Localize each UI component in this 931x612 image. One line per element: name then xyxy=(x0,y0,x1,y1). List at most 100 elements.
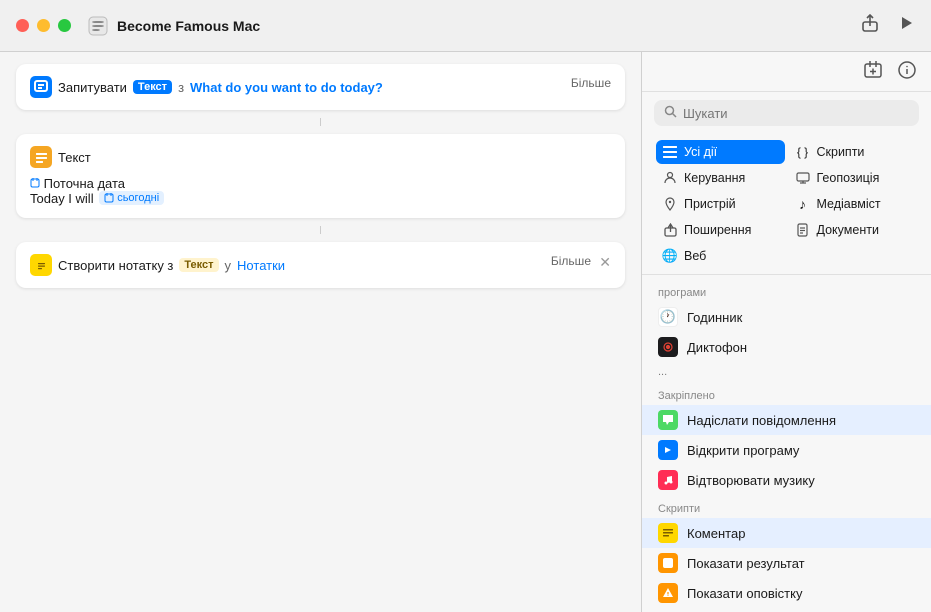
ask-icon xyxy=(30,76,52,98)
open-app-icon xyxy=(658,440,678,460)
minimize-button[interactable] xyxy=(37,19,50,32)
category-media-label: Медіавміст xyxy=(817,197,881,211)
action-card-text: Текст Поточна дата Today I will сьогодні xyxy=(16,134,625,218)
pinned-music-label: Відтворювати музику xyxy=(687,473,815,488)
category-web[interactable]: 🌐 Веб xyxy=(656,244,785,268)
pinned-open-app-label: Відкрити програму xyxy=(687,443,799,458)
section-scripts-header: Скрипти xyxy=(642,495,931,518)
note-var-label: Текст xyxy=(179,258,218,272)
title-bar: Become Famous Mac xyxy=(0,0,931,52)
show-alert-icon xyxy=(658,583,678,603)
category-all[interactable]: Усі дії xyxy=(656,140,785,164)
title-bar-actions xyxy=(861,14,915,37)
app-item-clock[interactable]: 🕐 Годинник xyxy=(642,302,931,332)
svg-text:Q: Q xyxy=(665,561,671,568)
note-preposition: у xyxy=(225,258,232,273)
app-recorder-label: Диктофон xyxy=(687,340,747,355)
ask-more-label[interactable]: Більше xyxy=(571,76,611,90)
sidebar-list: програми 🕐 Годинник Диктофон ... Закріпл… xyxy=(642,275,931,612)
pinned-music[interactable]: Відтворювати музику xyxy=(642,465,931,495)
action-card-note: Створити нотатку з Текст у Нотатки Більш… xyxy=(16,242,625,288)
sidebar: Усі дії { } Скрипти Керування Геопозиція xyxy=(641,52,931,612)
category-docs-label: Документи xyxy=(817,223,879,237)
app-icon xyxy=(87,15,109,37)
scripts-icon: { } xyxy=(795,144,811,160)
show-result-icon: Q xyxy=(658,553,678,573)
search-input[interactable] xyxy=(683,106,909,121)
action-header-ask: Запитувати Текст з What do you want to d… xyxy=(30,76,611,98)
script-comment-label: Коментар xyxy=(687,526,745,541)
script-show-alert-label: Показати оповістку xyxy=(687,586,802,601)
note-target: Нотатки xyxy=(237,258,285,273)
pinned-open-app[interactable]: Відкрити програму xyxy=(642,435,931,465)
category-location-label: Пристрій xyxy=(684,197,736,211)
recorder-icon xyxy=(658,337,678,357)
section-apps-header: програми xyxy=(642,279,931,302)
app-clock-label: Годинник xyxy=(687,310,742,325)
category-location[interactable]: Пристрій xyxy=(656,192,785,216)
section-pinned-header: Закріплено xyxy=(642,382,931,405)
category-device[interactable]: Геопозиція xyxy=(789,166,918,190)
ask-prompt: What do you want to do today? xyxy=(190,80,383,95)
docs-icon xyxy=(795,222,811,238)
app-item-recorder[interactable]: Диктофон xyxy=(642,332,931,362)
current-date-badge: Поточна дата xyxy=(30,176,125,191)
ask-type-badge: Текст xyxy=(133,80,172,94)
location-icon xyxy=(662,196,678,212)
messages-icon xyxy=(658,410,678,430)
play-icon[interactable] xyxy=(899,15,915,36)
text-body-content: Today I will xyxy=(30,191,94,206)
script-show-result-label: Показати результат xyxy=(687,556,805,571)
web-icon: 🌐 xyxy=(662,248,678,264)
music-icon xyxy=(658,470,678,490)
connector-2 xyxy=(16,226,625,234)
script-comment[interactable]: Коментар xyxy=(642,518,931,548)
category-docs[interactable]: Документи xyxy=(789,218,918,242)
note-label: Створити нотатку з xyxy=(58,258,173,273)
search-icon xyxy=(664,105,677,121)
action-header-text: Текст xyxy=(30,146,611,168)
share-cat-icon xyxy=(662,222,678,238)
category-control[interactable]: Керування xyxy=(656,166,785,190)
close-button[interactable] xyxy=(16,19,29,32)
control-icon xyxy=(662,170,678,186)
category-web-label: Веб xyxy=(684,249,706,263)
workflow-panel: Запитувати Текст з What do you want to d… xyxy=(0,52,641,612)
script-ask-input[interactable]: Запитати вхідні дані xyxy=(642,608,931,612)
note-more-label[interactable]: Більше xyxy=(551,254,591,268)
text-icon xyxy=(30,146,52,168)
action-card-ask: Запитувати Текст з What do you want to d… xyxy=(16,64,625,110)
ask-preposition: з xyxy=(178,80,184,95)
category-scripts-label: Скрипти xyxy=(817,145,865,159)
script-show-result[interactable]: Q Показати результат xyxy=(642,548,931,578)
connector-1 xyxy=(16,118,625,126)
sidebar-top-actions xyxy=(642,52,931,92)
pinned-messages[interactable]: Надіслати повідомлення xyxy=(642,405,931,435)
media-icon: ♪ xyxy=(795,196,811,212)
device-icon xyxy=(795,170,811,186)
category-scripts[interactable]: { } Скрипти xyxy=(789,140,918,164)
category-share[interactable]: Поширення xyxy=(656,218,785,242)
search-container xyxy=(642,92,931,132)
connector-line-1 xyxy=(320,118,321,126)
text-label: Текст xyxy=(58,150,91,165)
ask-label: Запитувати xyxy=(58,80,127,95)
note-close-button[interactable]: ✕ xyxy=(599,254,611,271)
window-controls xyxy=(16,19,71,32)
main-content: Запитувати Текст з What do you want to d… xyxy=(0,52,931,612)
add-library-icon[interactable] xyxy=(863,60,883,85)
category-all-label: Усі дії xyxy=(684,145,717,159)
maximize-button[interactable] xyxy=(58,19,71,32)
category-share-label: Поширення xyxy=(684,223,751,237)
script-show-alert[interactable]: Показати оповістку xyxy=(642,578,931,608)
all-icon xyxy=(662,144,678,160)
info-icon[interactable] xyxy=(897,60,917,85)
clock-icon: 🕐 xyxy=(658,307,678,327)
category-device-label: Геопозиція xyxy=(817,171,880,185)
window-title: Become Famous Mac xyxy=(117,18,861,34)
category-media[interactable]: ♪ Медіавміст xyxy=(789,192,918,216)
comment-icon xyxy=(658,523,678,543)
pinned-messages-label: Надіслати повідомлення xyxy=(687,413,836,428)
note-icon xyxy=(30,254,52,276)
share-icon[interactable] xyxy=(861,14,879,37)
